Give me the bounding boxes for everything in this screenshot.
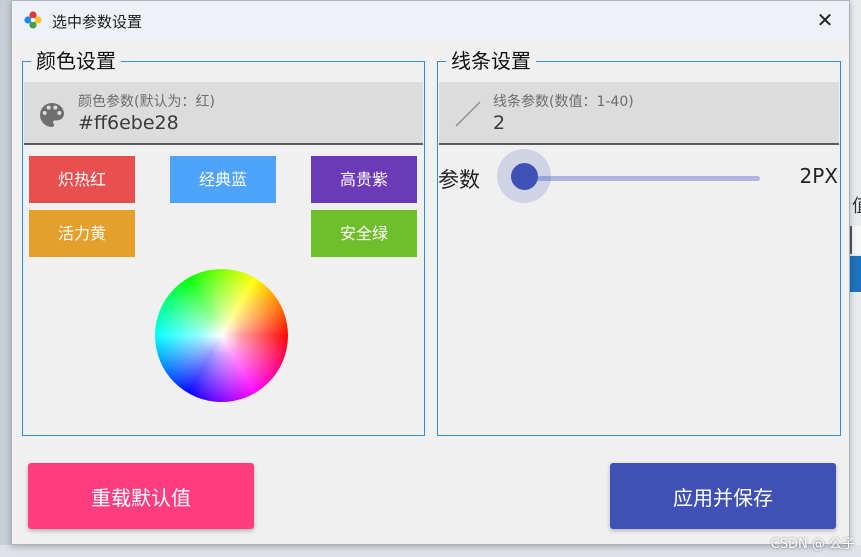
color-wheel[interactable] bbox=[155, 269, 288, 402]
line-param-value: 2 bbox=[493, 112, 506, 134]
line-param-label: 线条参数(数值：1-40) bbox=[493, 94, 634, 110]
line-settings-group: 线条设置 线条参数(数值：1-40) 2 参数 2PX bbox=[437, 49, 841, 436]
color-settings-group: 颜色设置 颜色参数(默认为：红) #ff6ebe28 炽热红 经典蓝 高贵紫 活… bbox=[22, 49, 425, 436]
line-width-slider-track[interactable] bbox=[520, 176, 760, 181]
palette-icon bbox=[40, 103, 64, 127]
apply-save-button[interactable]: 应用并保存 bbox=[610, 463, 836, 529]
preset-yellow-button[interactable]: 活力黄 bbox=[29, 210, 135, 257]
preset-red-button[interactable]: 炽热红 bbox=[29, 156, 135, 203]
app-icon bbox=[24, 11, 42, 29]
slider-value: 2PX bbox=[799, 164, 839, 188]
title-bar: 选中参数设置 ✕ bbox=[12, 1, 849, 41]
color-param-field[interactable]: 颜色参数(默认为：红) #ff6ebe28 bbox=[24, 82, 423, 145]
background-window: 值 bbox=[850, 0, 861, 557]
close-icon: ✕ bbox=[816, 8, 834, 32]
preset-purple-button[interactable]: 高贵紫 bbox=[311, 156, 417, 203]
background-highlight bbox=[850, 256, 861, 292]
preset-blue-button[interactable]: 经典蓝 bbox=[170, 156, 276, 203]
color-param-value: #ff6ebe28 bbox=[78, 112, 179, 134]
window-title: 选中参数设置 bbox=[52, 13, 143, 31]
line-icon bbox=[455, 101, 481, 127]
color-settings-legend: 颜色设置 bbox=[31, 49, 121, 73]
line-settings-legend: 线条设置 bbox=[446, 49, 536, 73]
close-button[interactable]: ✕ bbox=[813, 7, 837, 33]
settings-dialog: 选中参数设置 ✕ 颜色设置 颜色参数(默认为：红) #ff6ebe28 炽热红 … bbox=[11, 0, 850, 545]
background-field bbox=[850, 226, 861, 254]
line-param-field[interactable]: 线条参数(数值：1-40) 2 bbox=[439, 82, 839, 145]
background-char: 值 bbox=[852, 192, 861, 218]
slider-label: 参数 bbox=[438, 168, 480, 192]
preset-green-button[interactable]: 安全绿 bbox=[311, 210, 417, 257]
reset-defaults-button[interactable]: 重载默认值 bbox=[28, 463, 254, 529]
line-width-slider-thumb[interactable] bbox=[511, 163, 538, 190]
background-strip bbox=[0, 545, 861, 557]
watermark: CSDN @ 公子 bbox=[770, 537, 855, 552]
color-param-label: 颜色参数(默认为：红) bbox=[78, 94, 215, 110]
